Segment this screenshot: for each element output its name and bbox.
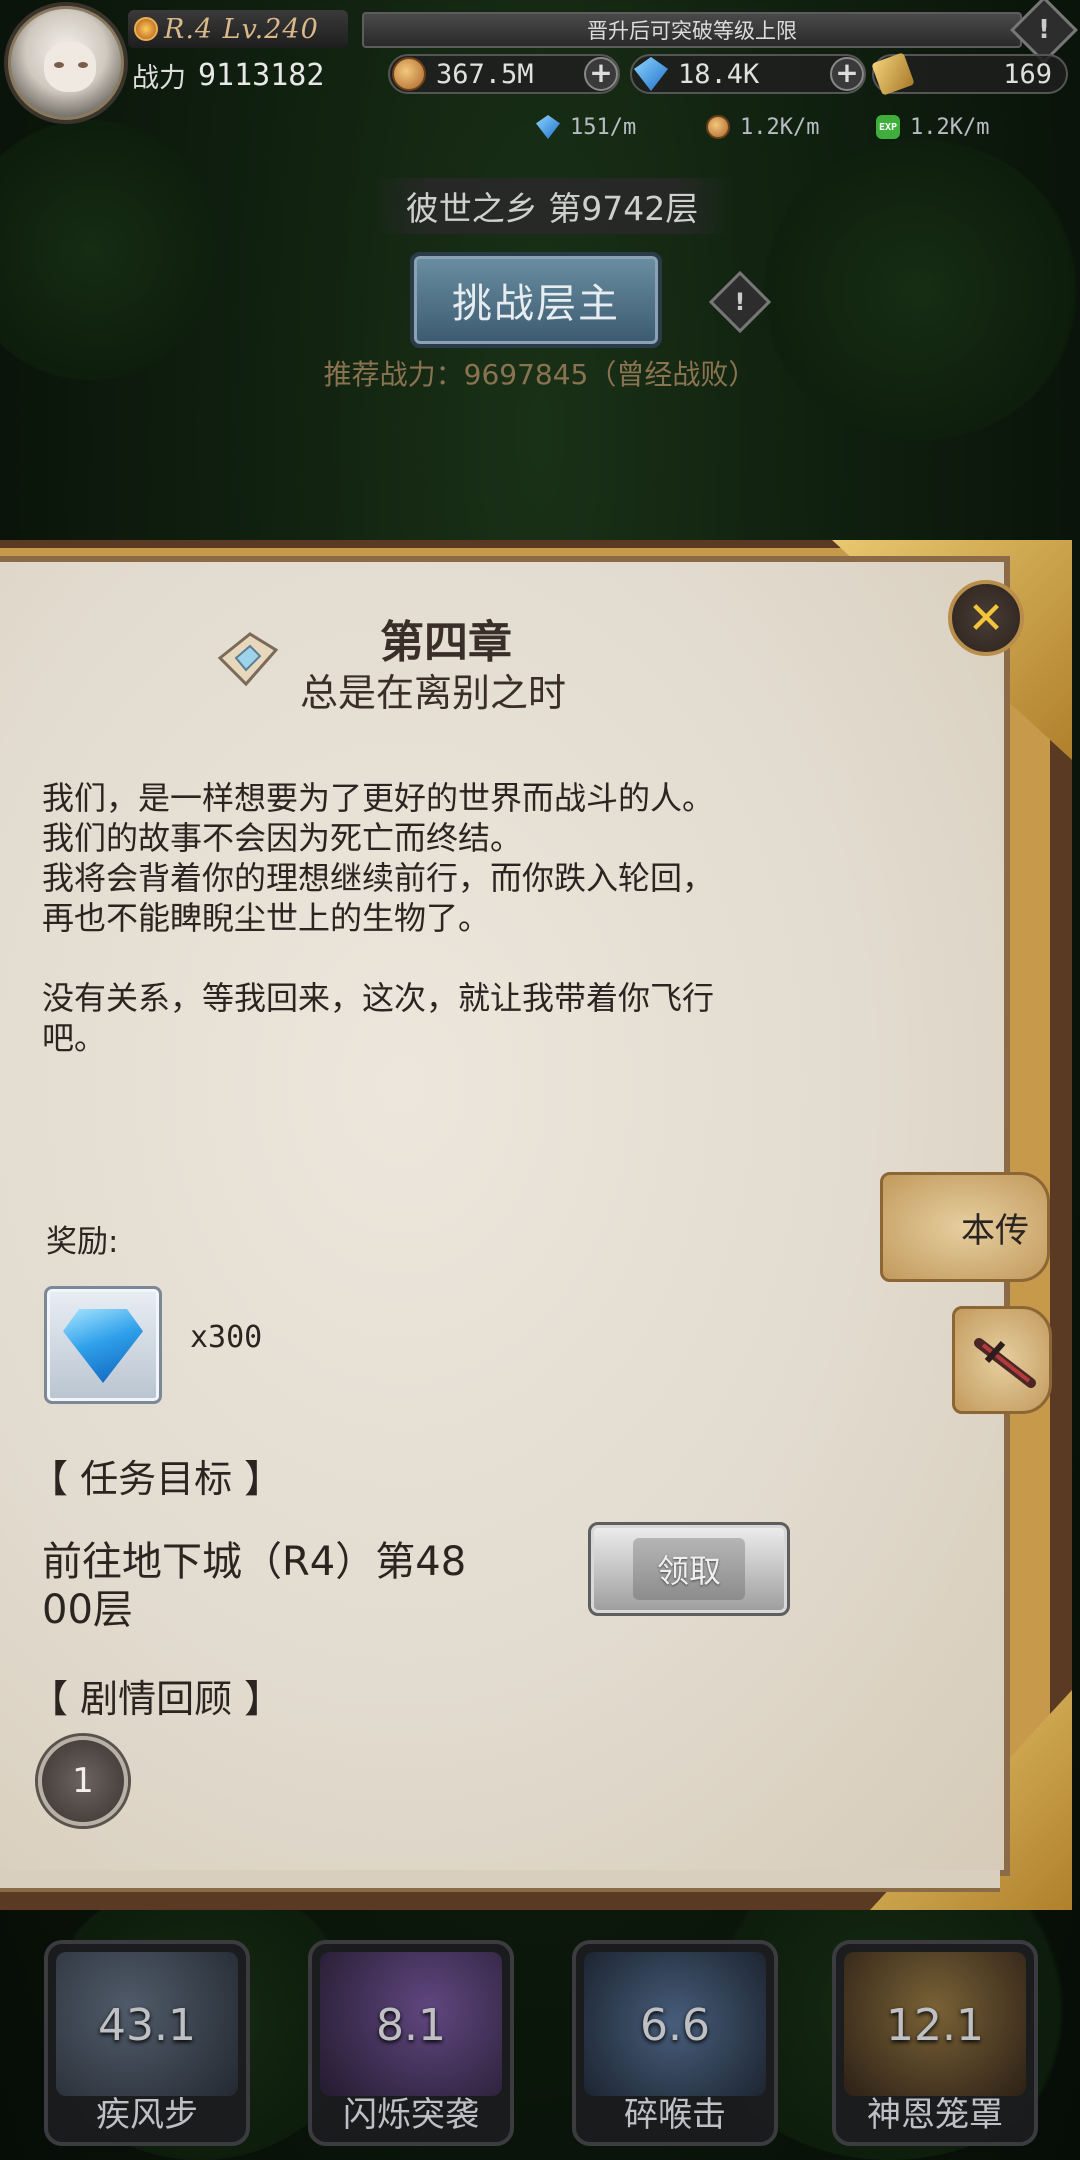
story-line: 再也不能睥睨尘世上的生物了。 (42, 899, 491, 937)
rank-level: R.4 Lv.240 (128, 10, 348, 48)
challenge-boss-label: 挑战层主 (452, 281, 620, 327)
reward-label: 奖励: (46, 1224, 119, 1260)
claim-button-label: 领取 (632, 1538, 745, 1600)
skill-slot[interactable]: 6.6 碎喉击 (572, 1940, 778, 2146)
promotion-notice[interactable]: 晋升后可突破等级上限 (362, 12, 1022, 48)
story-line: 我们的故事不会因为死亡而终结。 (42, 819, 523, 857)
ticket-icon (871, 52, 915, 96)
exp-icon-label: EXP (878, 121, 898, 133)
gold-rate: 1.2K/m (740, 114, 820, 140)
add-gold-button[interactable]: + (584, 57, 618, 91)
combat-power-label: 战力 (132, 62, 186, 94)
reward-count: x300 (190, 1320, 263, 1355)
task-description-line: 前往地下城（R4）第48 (42, 1539, 467, 1585)
story-review-heading: 【 剧情回顾 】 (30, 1677, 283, 1721)
tab-side-story[interactable] (952, 1306, 1052, 1414)
gold-coin-icon (706, 115, 730, 139)
tab-main-story-label: 本传 (961, 1210, 1029, 1251)
top-bar: R.4 Lv.240 晋升后可突破等级上限 ! 战力 9113182 367.5… (0, 0, 1080, 150)
reward-item-slot[interactable] (44, 1286, 162, 1404)
skill-name: 碎喉击 (624, 2095, 726, 2135)
chapter-story: 我们，是一样想要为了更好的世界而战斗的人。 我们的故事不会因为死亡而终结。 我将… (42, 778, 922, 1058)
story-line: 吧。 (42, 1019, 107, 1057)
stage-name: 彼世之乡 第9742层 (405, 189, 699, 228)
skill-cooldown: 6.6 (640, 2000, 710, 2051)
avatar-face (44, 42, 96, 92)
gem-value: 18.4K (678, 58, 760, 90)
exp-icon: EXP (876, 115, 900, 139)
blue-gem-icon (634, 57, 668, 91)
rank-emblem-icon (134, 17, 158, 41)
stage-name-plate: 彼世之乡 第9742层 (372, 178, 732, 234)
task-description-line: 00层 (42, 1587, 133, 1633)
combat-power-value: 9113182 (198, 57, 325, 93)
gold-resource: 367.5M + (388, 54, 620, 94)
skill-cooldown: 43.1 (98, 2000, 196, 2051)
tab-main-story[interactable]: 本传 (880, 1172, 1050, 1282)
claim-button[interactable]: 领取 (588, 1522, 790, 1616)
combat-power: 战力 9113182 (132, 56, 324, 94)
close-icon: ✕ (967, 592, 1005, 644)
ticket-value: 169 (1003, 58, 1052, 90)
parchment-page-edge (0, 1870, 1000, 1892)
avatar-eye (78, 62, 88, 68)
promotion-notice-text: 晋升后可突破等级上限 (587, 19, 797, 43)
story-review-item[interactable]: 1 (38, 1736, 128, 1826)
story-review-number: 1 (72, 1761, 94, 1801)
close-button[interactable]: ✕ (948, 580, 1024, 656)
skill-name: 疾风步 (96, 2095, 198, 2135)
recommended-power: 推荐战力：9697845（曾经战败） (323, 358, 757, 391)
add-gem-button[interactable]: + (830, 57, 864, 91)
gold-value: 367.5M (436, 58, 534, 90)
rate-orb: 151/m (536, 112, 636, 142)
blue-orb-icon (536, 115, 560, 139)
ticket-resource: 169 (871, 52, 1068, 96)
skill-slot[interactable]: 12.1 神恩笼罩 (832, 1940, 1038, 2146)
sword-icon (974, 1338, 1036, 1388)
task-heading: 【 任务目标 】 (30, 1457, 283, 1501)
avatar-eye (54, 62, 64, 68)
rate-exp: EXP 1.2K/m (876, 112, 989, 142)
exp-rate: 1.2K/m (910, 114, 990, 140)
chapter-crest-icon (217, 632, 279, 687)
story-line: 我将会背着你的理想继续前行，而你跌入轮回， (42, 859, 715, 897)
rank-level-text: R.4 Lv.240 (164, 13, 319, 45)
rate-gold: 1.2K/m (706, 112, 819, 142)
skill-name: 闪烁突袭 (343, 2095, 479, 2135)
challenge-boss-button[interactable]: 挑战层主 (410, 252, 662, 348)
skill-slot[interactable]: 43.1 疾风步 (44, 1940, 250, 2146)
gold-coin-icon (392, 57, 426, 91)
story-line: 没有关系，等我回来，这次，就让我带着你飞行 (42, 979, 715, 1017)
task-description: 前往地下城（R4）第48 00层 (42, 1538, 562, 1634)
diamond-icon (63, 1309, 143, 1383)
chapter-title: 第四章 (380, 617, 512, 668)
skill-slot[interactable]: 8.1 闪烁突袭 (308, 1940, 514, 2146)
skill-name: 神恩笼罩 (867, 2095, 1003, 2135)
orb-rate: 151/m (570, 114, 637, 140)
skill-cooldown: 8.1 (376, 2000, 446, 2051)
gem-resource: 18.4K + (630, 54, 866, 94)
skill-cooldown: 12.1 (886, 2000, 984, 2051)
player-avatar[interactable] (4, 2, 128, 124)
chapter-subtitle: 总是在离别之时 (300, 671, 567, 715)
story-line: 我们，是一样想要为了更好的世界而战斗的人。 (42, 779, 715, 817)
